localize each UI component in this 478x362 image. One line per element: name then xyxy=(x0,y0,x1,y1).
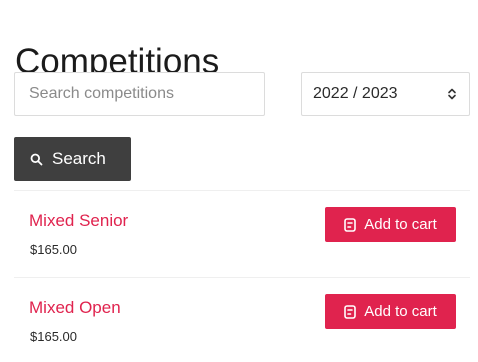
add-to-cart-button[interactable]: Add to cart xyxy=(325,294,456,329)
season-select[interactable]: 2022 / 2023 xyxy=(301,72,470,116)
competition-price: $165.00 xyxy=(30,242,77,257)
search-input[interactable] xyxy=(14,72,265,116)
search-button-label: Search xyxy=(52,149,106,168)
competition-item: Mixed Open $165.00 Add to cart xyxy=(14,278,470,362)
cart-icon xyxy=(344,304,357,319)
add-to-cart-label: Add to cart xyxy=(364,216,437,233)
competition-name-link[interactable]: Mixed Open xyxy=(29,298,121,318)
competition-item: Mixed Senior $165.00 Add to cart xyxy=(14,191,470,277)
competitions-page: Competitions 2022 / 2023 Search Mixed Se… xyxy=(0,0,478,362)
cart-icon xyxy=(344,217,357,232)
competition-list: Mixed Senior $165.00 Add to cart Mixed O… xyxy=(14,190,470,362)
search-button[interactable]: Search xyxy=(14,137,131,181)
competition-name-link[interactable]: Mixed Senior xyxy=(29,211,128,231)
add-to-cart-label: Add to cart xyxy=(364,303,437,320)
updown-chevron-icon xyxy=(447,87,457,101)
search-icon xyxy=(30,153,43,166)
season-select-value: 2022 / 2023 xyxy=(313,85,398,102)
add-to-cart-button[interactable]: Add to cart xyxy=(325,207,456,242)
competition-price: $165.00 xyxy=(30,329,77,344)
